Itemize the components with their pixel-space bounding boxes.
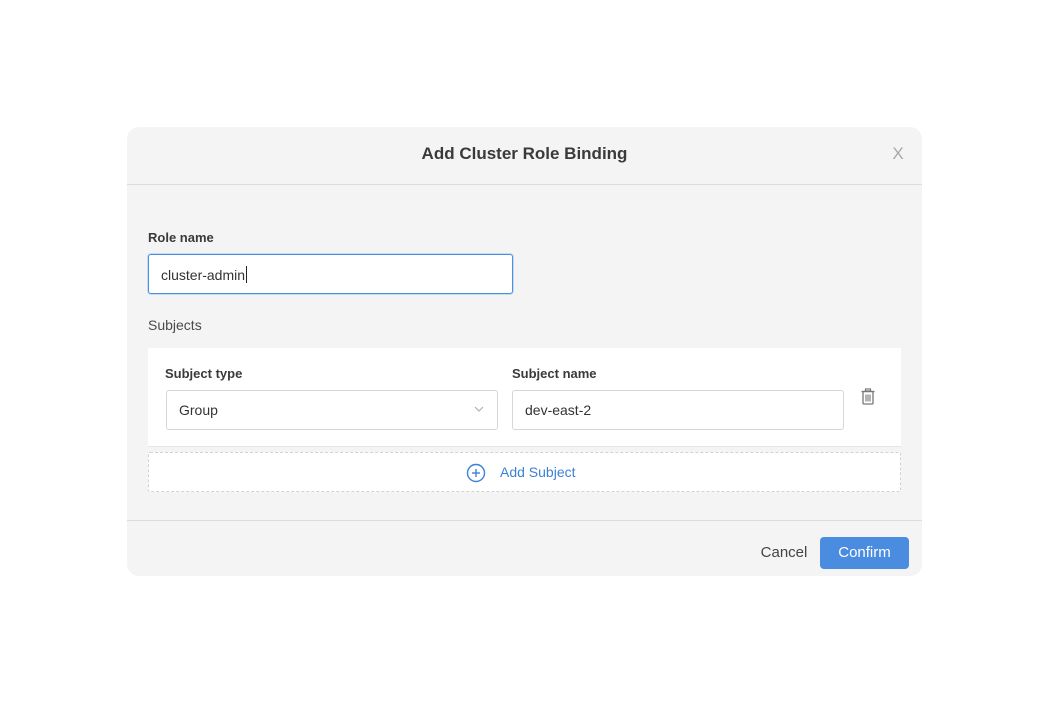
role-name-label: Role name [148,230,214,245]
add-subject-button[interactable]: Add Subject [148,452,901,492]
plus-circle-icon [466,463,486,483]
close-icon[interactable]: X [887,143,909,165]
role-name-value: cluster-admin [161,266,248,283]
text-caret [246,266,248,283]
dialog-title: Add Cluster Role Binding [421,144,628,163]
subjects-title: Subjects [148,317,202,333]
subject-name-label: Subject name [512,366,597,381]
dialog-header: Add Cluster Role Binding X [127,127,922,185]
subject-type-value: Group [179,402,218,418]
dialog-footer: Cancel Confirm [127,520,922,576]
role-name-input[interactable]: cluster-admin [148,254,513,294]
subject-row: Subject type Group Subject name dev-east… [148,348,901,447]
add-cluster-role-binding-dialog: Add Cluster Role Binding X Role name clu… [127,127,922,576]
chevron-down-icon [474,406,484,412]
subject-name-input[interactable]: dev-east-2 [512,390,844,430]
trash-icon[interactable] [860,388,876,406]
subject-name-value: dev-east-2 [525,402,592,418]
confirm-button[interactable]: Confirm [820,537,909,569]
add-subject-label: Add Subject [500,464,576,480]
subject-type-label: Subject type [165,366,243,381]
cancel-button[interactable]: Cancel [752,537,816,569]
subject-type-select[interactable]: Group [166,390,498,430]
